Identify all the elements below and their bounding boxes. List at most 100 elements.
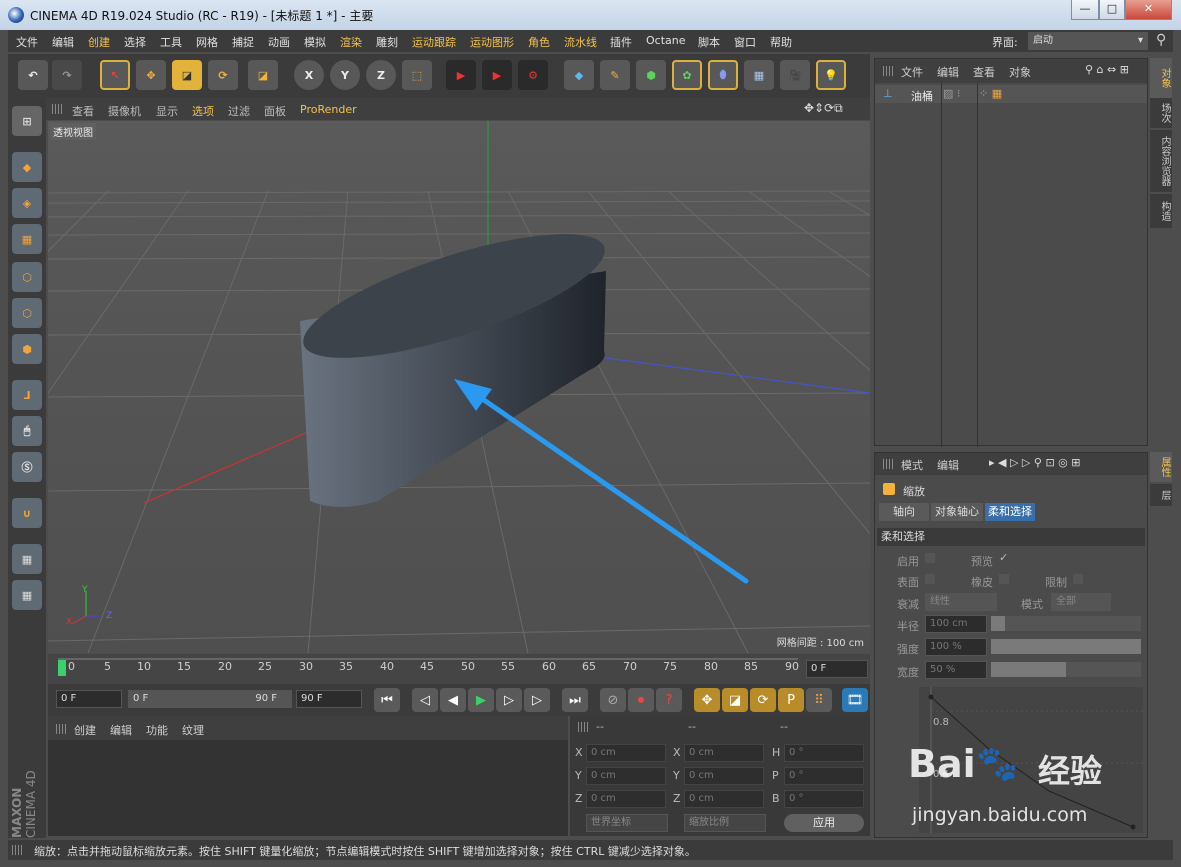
search-icon[interactable]: ⚲ xyxy=(1156,32,1166,48)
magnet-icon[interactable]: ∪ xyxy=(12,498,42,528)
menu-octane[interactable]: Octane xyxy=(646,34,686,47)
obj-menu-objects[interactable]: 对象 xyxy=(1009,64,1031,80)
camera-icon[interactable]: 🎥 xyxy=(780,60,810,90)
width-slider[interactable] xyxy=(991,662,1141,677)
y-axis-lock-button[interactable]: Y xyxy=(330,60,360,90)
coord-size-z-field[interactable]: 0 cm xyxy=(684,790,764,808)
menu-pipeline[interactable]: 流水线 xyxy=(564,34,597,50)
workplane-mode-icon[interactable]: ▦ xyxy=(12,224,42,254)
falloff-select[interactable]: 线性 xyxy=(925,593,997,611)
attr-nav-icons[interactable]: ▸ ◀ ▷ ▷ ⚲ ⊡ ◎ ⊞ xyxy=(989,456,1080,469)
vp-menu-panel[interactable]: 面板 xyxy=(264,103,286,119)
world-coords-select[interactable]: 世界坐标 xyxy=(586,814,668,832)
timeline[interactable]: 0 5 10 15 20 25 30 35 40 45 50 55 60 65 … xyxy=(48,654,870,684)
menu-mesh[interactable]: 网格 xyxy=(196,34,218,50)
attr-tab-object-axis[interactable]: 对象轴心 xyxy=(931,503,983,521)
attr-menu-edit[interactable]: 编辑 xyxy=(937,457,959,473)
mat-menu-texture[interactable]: 纹理 xyxy=(182,722,204,738)
menu-help[interactable]: 帮助 xyxy=(770,34,792,50)
strength-field[interactable]: 100 % xyxy=(925,638,987,656)
key-parameter-button[interactable]: P xyxy=(778,688,804,712)
maximize-button[interactable]: □ xyxy=(1099,0,1125,20)
snap-icon[interactable]: Ⓢ xyxy=(12,452,42,482)
tweak-mode-icon[interactable]: 🖱 xyxy=(12,416,42,446)
attr-tab-axis[interactable]: 轴向 xyxy=(879,503,929,521)
start-frame-field[interactable]: 0 F xyxy=(56,690,122,708)
next-frame-icon[interactable]: ▷ xyxy=(496,688,522,712)
workplane-lock-icon[interactable]: ▦ xyxy=(12,544,42,574)
tab-objects[interactable]: 对象 xyxy=(1150,58,1172,98)
scale-tool-icon[interactable]: ◪ xyxy=(172,60,202,90)
material-tag-icon[interactable]: ⁘ ▦ xyxy=(979,87,1002,100)
axis-mode-icon[interactable]: ⅃ xyxy=(12,380,42,410)
render-view-icon[interactable]: ▶ xyxy=(446,60,476,90)
menu-create[interactable]: 创建 xyxy=(88,34,110,50)
record-keys-icon[interactable]: ⊘ xyxy=(600,688,626,712)
render-picture-viewer-icon[interactable]: ▶ xyxy=(482,60,512,90)
points-mode-icon[interactable]: ⬡ xyxy=(12,262,42,292)
coord-rot-h-field[interactable]: 0 ° xyxy=(784,744,864,762)
edges-mode-icon[interactable]: ⬡ xyxy=(12,298,42,328)
menu-window[interactable]: 窗口 xyxy=(734,34,756,50)
minimize-button[interactable]: — xyxy=(1071,0,1099,20)
coord-size-x-field[interactable]: 0 cm xyxy=(684,744,764,762)
menu-character[interactable]: 角色 xyxy=(528,34,550,50)
coord-rot-p-field[interactable]: 0 ° xyxy=(784,767,864,785)
viewport-3d[interactable]: 透视视图 Y Z X 网格间距 : 100 cm xyxy=(48,121,870,653)
coord-rot-b-field[interactable]: 0 ° xyxy=(784,790,864,808)
timeline-window-icon[interactable]: 🎞 xyxy=(842,688,868,712)
menu-script[interactable]: 脚本 xyxy=(698,34,720,50)
menu-tools[interactable]: 工具 xyxy=(160,34,182,50)
menu-plugins[interactable]: 插件 xyxy=(610,34,632,50)
end-frame-field[interactable]: 90 F xyxy=(296,690,362,708)
width-field[interactable]: 50 % xyxy=(925,661,987,679)
tab-layers[interactable]: 层 xyxy=(1150,484,1172,506)
prev-frame-icon[interactable]: ◀ xyxy=(440,688,466,712)
recent-tools-icon[interactable]: ◪ xyxy=(248,60,278,90)
vp-menu-options[interactable]: 选项 xyxy=(192,103,214,119)
menu-animate[interactable]: 动画 xyxy=(268,34,290,50)
autokey-icon[interactable]: ⏺ xyxy=(628,688,654,712)
key-rotation-icon[interactable]: ⟳ xyxy=(750,688,776,712)
coord-pos-x-field[interactable]: 0 cm xyxy=(586,744,666,762)
tab-content-browser[interactable]: 内容浏览器 xyxy=(1150,130,1172,192)
cube-primitive-icon[interactable]: ◆ xyxy=(564,60,594,90)
z-axis-lock-button[interactable]: Z xyxy=(366,60,396,90)
vp-menu-filter[interactable]: 过滤 xyxy=(228,103,250,119)
x-axis-lock-button[interactable]: X xyxy=(294,60,324,90)
object-visibility-icon[interactable]: ▨ ⁝ xyxy=(943,87,960,100)
radius-field[interactable]: 100 cm xyxy=(925,615,987,633)
coordinate-system-icon[interactable]: ⬚ xyxy=(402,60,432,90)
menu-select[interactable]: 选择 xyxy=(124,34,146,50)
prev-key-icon[interactable]: ◁ xyxy=(412,688,438,712)
layout-select[interactable]: 启动 ▾ xyxy=(1028,32,1148,50)
surface-checkbox[interactable] xyxy=(925,574,935,584)
obj-menu-edit[interactable]: 编辑 xyxy=(937,64,959,80)
key-scale-icon[interactable]: ◪ xyxy=(722,688,748,712)
model-mode-icon[interactable]: ◆ xyxy=(12,152,42,182)
navigation-icons[interactable]: ✥⇕⟳⧉ xyxy=(804,101,843,116)
enable-checkbox[interactable] xyxy=(925,553,935,563)
preview-checkmark-icon[interactable]: ✓ xyxy=(999,551,1008,564)
move-tool-icon[interactable]: ✥ xyxy=(136,60,166,90)
frame-range-slider[interactable]: 0 F 90 F xyxy=(128,690,292,708)
coord-pos-z-field[interactable]: 0 cm xyxy=(586,790,666,808)
current-frame-field[interactable]: 0 F xyxy=(806,660,868,678)
tab-attributes[interactable]: 属性 xyxy=(1150,452,1172,482)
obj-menu-view[interactable]: 查看 xyxy=(973,64,995,80)
make-editable-icon[interactable]: ⊞ xyxy=(12,106,42,136)
obj-toolbar-icons[interactable]: ⚲ ⌂ ⇔ ⊞ xyxy=(1085,63,1129,76)
mat-menu-edit[interactable]: 编辑 xyxy=(110,722,132,738)
texture-mode-icon[interactable]: ◈ xyxy=(12,188,42,218)
obj-menu-file[interactable]: 文件 xyxy=(901,64,923,80)
deformer-icon[interactable]: ⬮ xyxy=(708,60,738,90)
attr-menu-mode[interactable]: 模式 xyxy=(901,457,923,473)
tab-takes[interactable]: 场次 xyxy=(1150,98,1172,128)
rotate-tool-icon[interactable]: ⟳ xyxy=(208,60,238,90)
menu-snap[interactable]: 捕捉 xyxy=(232,34,254,50)
undo-icon[interactable]: ↶ xyxy=(18,60,48,90)
go-to-end-icon[interactable]: ⏭ xyxy=(562,688,588,712)
vp-menu-prorender[interactable]: ProRender xyxy=(300,103,357,116)
rubber-checkbox[interactable] xyxy=(999,574,1009,584)
menu-render[interactable]: 渲染 xyxy=(340,34,362,50)
